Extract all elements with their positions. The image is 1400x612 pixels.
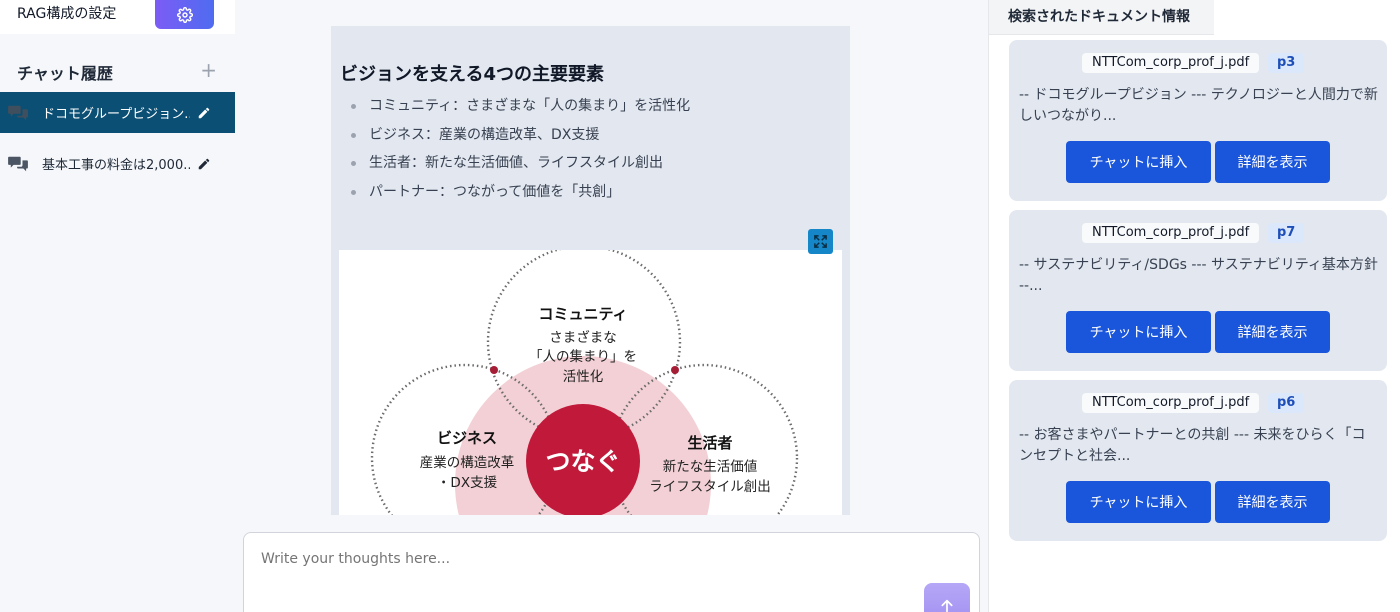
community-text-2: 「人の集まり」を [529, 349, 637, 365]
history-item-label: 基本工事の料金は2,000... [42, 158, 190, 173]
chat-bubbles-icon [8, 156, 28, 171]
vision-diagram: つなぐ コミュニティ さまざまな 「人の集まり」を 活性化 ビジネス 産業の構造… [339, 244, 842, 515]
center-label: つなぐ [545, 447, 620, 476]
gear-icon [176, 6, 193, 23]
document-card: NTTCom_corp_prof_j.pdf p3 -- ドコモグループビジョン… [1009, 40, 1387, 201]
chat-input[interactable] [261, 551, 901, 575]
chat-bubbles-icon [8, 105, 28, 120]
business-title: ビジネス [437, 429, 497, 447]
community-text-3: 活性化 [563, 369, 604, 385]
insert-to-chat-button[interactable]: チャットに挿入 [1066, 481, 1211, 523]
chat-history-header: チャット履歴 + [17, 60, 217, 84]
document-filename: NTTCom_corp_prof_j.pdf [1082, 223, 1260, 243]
diagram-svg: つなぐ コミュニティ さまざまな 「人の集まり」を 活性化 ビジネス 産業の構造… [370, 244, 799, 515]
business-text-1: 産業の構造改革 [420, 455, 515, 471]
document-card: NTTCom_corp_prof_j.pdf p7 -- サステナビリティ/SD… [1009, 210, 1387, 371]
bullet-item: 生活者：新たな生活価値、ライフスタイル創出 [348, 153, 690, 182]
document-snippet: -- ドコモグループビジョン --- テクノロジーと人間力で新しいつながり... [1019, 87, 1378, 124]
intersection-dot-left [490, 366, 498, 374]
document-panel: 検索されたドキュメント情報 NTTCom_corp_prof_j.pdf p3 … [989, 0, 1400, 612]
insert-to-chat-button[interactable]: チャットに挿入 [1066, 141, 1211, 183]
document-snippet: -- サステナビリティ/SDGs --- サステナビリティ基本方針 --... [1019, 257, 1378, 294]
document-filename: NTTCom_corp_prof_j.pdf [1082, 393, 1260, 413]
bullet-list: コミュニティ：さまざまな「人の集まり」を活性化 ビジネス：産業の構造改革、DX支… [348, 96, 690, 210]
document-snippet: -- お客さまやパートナーとの共創 --- 未来をひらく「コンセプトと社会... [1019, 427, 1366, 464]
show-details-button[interactable]: 詳細を表示 [1215, 311, 1330, 353]
consumer-text-1: 新たな生活価値 [663, 459, 758, 475]
tab-label: 検索されたドキュメント情報 [1008, 9, 1190, 25]
document-filename: NTTCom_corp_prof_j.pdf [1082, 53, 1260, 73]
pencil-icon[interactable] [197, 157, 211, 171]
section-heading: ビジョンを支える4つの主要要素 [340, 64, 604, 85]
rag-config-bar: RAG構成の設定 [0, 0, 235, 34]
consumer-title: 生活者 [687, 434, 732, 452]
page-badge: p3 [1268, 53, 1305, 73]
chat-message-card: ビジョンを支える4つの主要要素 コミュニティ：さまざまな「人の集まり」を活性化 … [331, 26, 850, 515]
intersection-dot-right [671, 366, 679, 374]
expand-icon [814, 235, 827, 248]
bullet-item: パートナー：つながって価値を「共創」 [348, 182, 690, 211]
history-item-1[interactable]: ドコモグループビジョン... [0, 92, 235, 133]
pencil-icon[interactable] [197, 106, 211, 120]
page-badge: p7 [1268, 223, 1305, 243]
rag-config-label: RAG構成の設定 [17, 6, 117, 22]
chat-input-box [243, 532, 980, 612]
bullet-item: コミュニティ：さまざまな「人の集まり」を活性化 [348, 96, 690, 125]
sidebar: RAG構成の設定 チャット履歴 + ドコモグループビジョン... 基本工事の料金… [0, 0, 235, 612]
arrow-up-icon [941, 599, 953, 612]
expand-image-button[interactable] [808, 229, 833, 254]
business-text-2: ・DX支援 [437, 475, 498, 491]
bullet-item: ビジネス：産業の構造改革、DX支援 [348, 125, 690, 154]
rag-settings-button[interactable] [155, 0, 214, 29]
chat-history-title: チャット履歴 [17, 64, 113, 83]
insert-to-chat-button[interactable]: チャットに挿入 [1066, 311, 1211, 353]
show-details-button[interactable]: 詳細を表示 [1215, 141, 1330, 183]
document-card: NTTCom_corp_prof_j.pdf p6 -- お客さまやパートナーと… [1009, 380, 1387, 541]
community-text-1: さまざまな [549, 329, 617, 346]
tab-retrieved-documents[interactable]: 検索されたドキュメント情報 [989, 0, 1214, 35]
send-button[interactable] [924, 583, 970, 612]
history-item-2[interactable]: 基本工事の料金は2,000... [0, 143, 235, 184]
history-item-label: ドコモグループビジョン... [42, 107, 190, 122]
page-badge: p6 [1268, 393, 1305, 413]
consumer-text-2: ライフスタイル創出 [649, 479, 771, 495]
show-details-button[interactable]: 詳細を表示 [1215, 481, 1330, 523]
community-title: コミュニティ [538, 305, 627, 323]
add-chat-button[interactable]: + [200, 60, 217, 80]
